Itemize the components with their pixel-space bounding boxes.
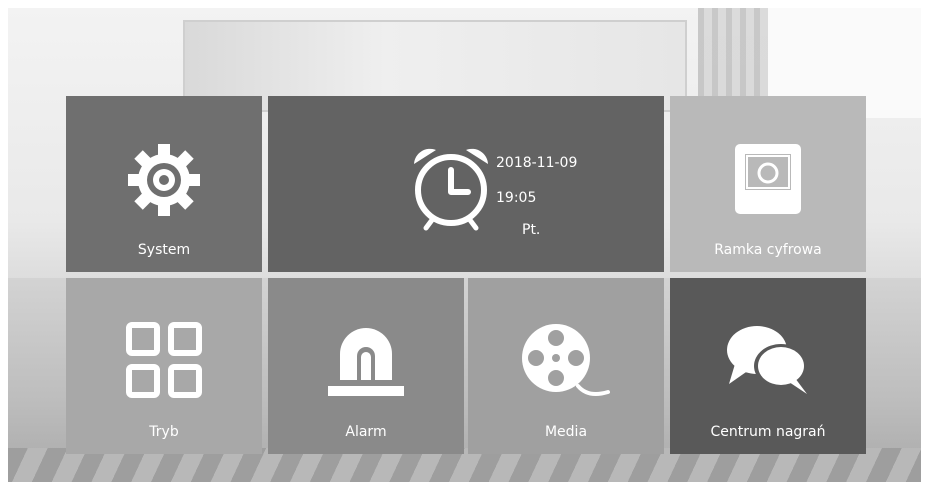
alarm-clock-icon (414, 148, 488, 231)
weekday-text: Pt. (522, 222, 541, 238)
film-reel-icon (522, 324, 610, 396)
siren-icon (328, 328, 404, 396)
digital-frame-label: Ramka cyfrowa (714, 242, 822, 258)
media-label: Media (544, 424, 588, 440)
recordings-center-label: Centrum nagrań (710, 424, 826, 440)
gear-icon (128, 144, 200, 216)
alarm-label: Alarm (345, 424, 387, 440)
system-tile[interactable]: System (66, 96, 262, 272)
alarm-tile[interactable]: Alarm (268, 278, 464, 454)
grid-icon (126, 322, 202, 398)
photo-frame-icon (735, 144, 801, 214)
clock-tile[interactable]: 2018-11-09 19:05 Pt. (268, 96, 664, 272)
digital-frame-tile[interactable]: Ramka cyfrowa (670, 96, 866, 272)
date-text: 2018-11-09 (496, 155, 578, 171)
mode-tile[interactable]: Tryb (66, 278, 262, 454)
media-tile[interactable]: Media (468, 278, 664, 454)
recordings-center-tile[interactable]: Centrum nagrań (670, 278, 866, 454)
chat-bubbles-icon (727, 326, 808, 394)
time-text: 19:05 (496, 190, 537, 206)
mode-label: Tryb (149, 424, 179, 440)
system-label: System (137, 242, 191, 258)
